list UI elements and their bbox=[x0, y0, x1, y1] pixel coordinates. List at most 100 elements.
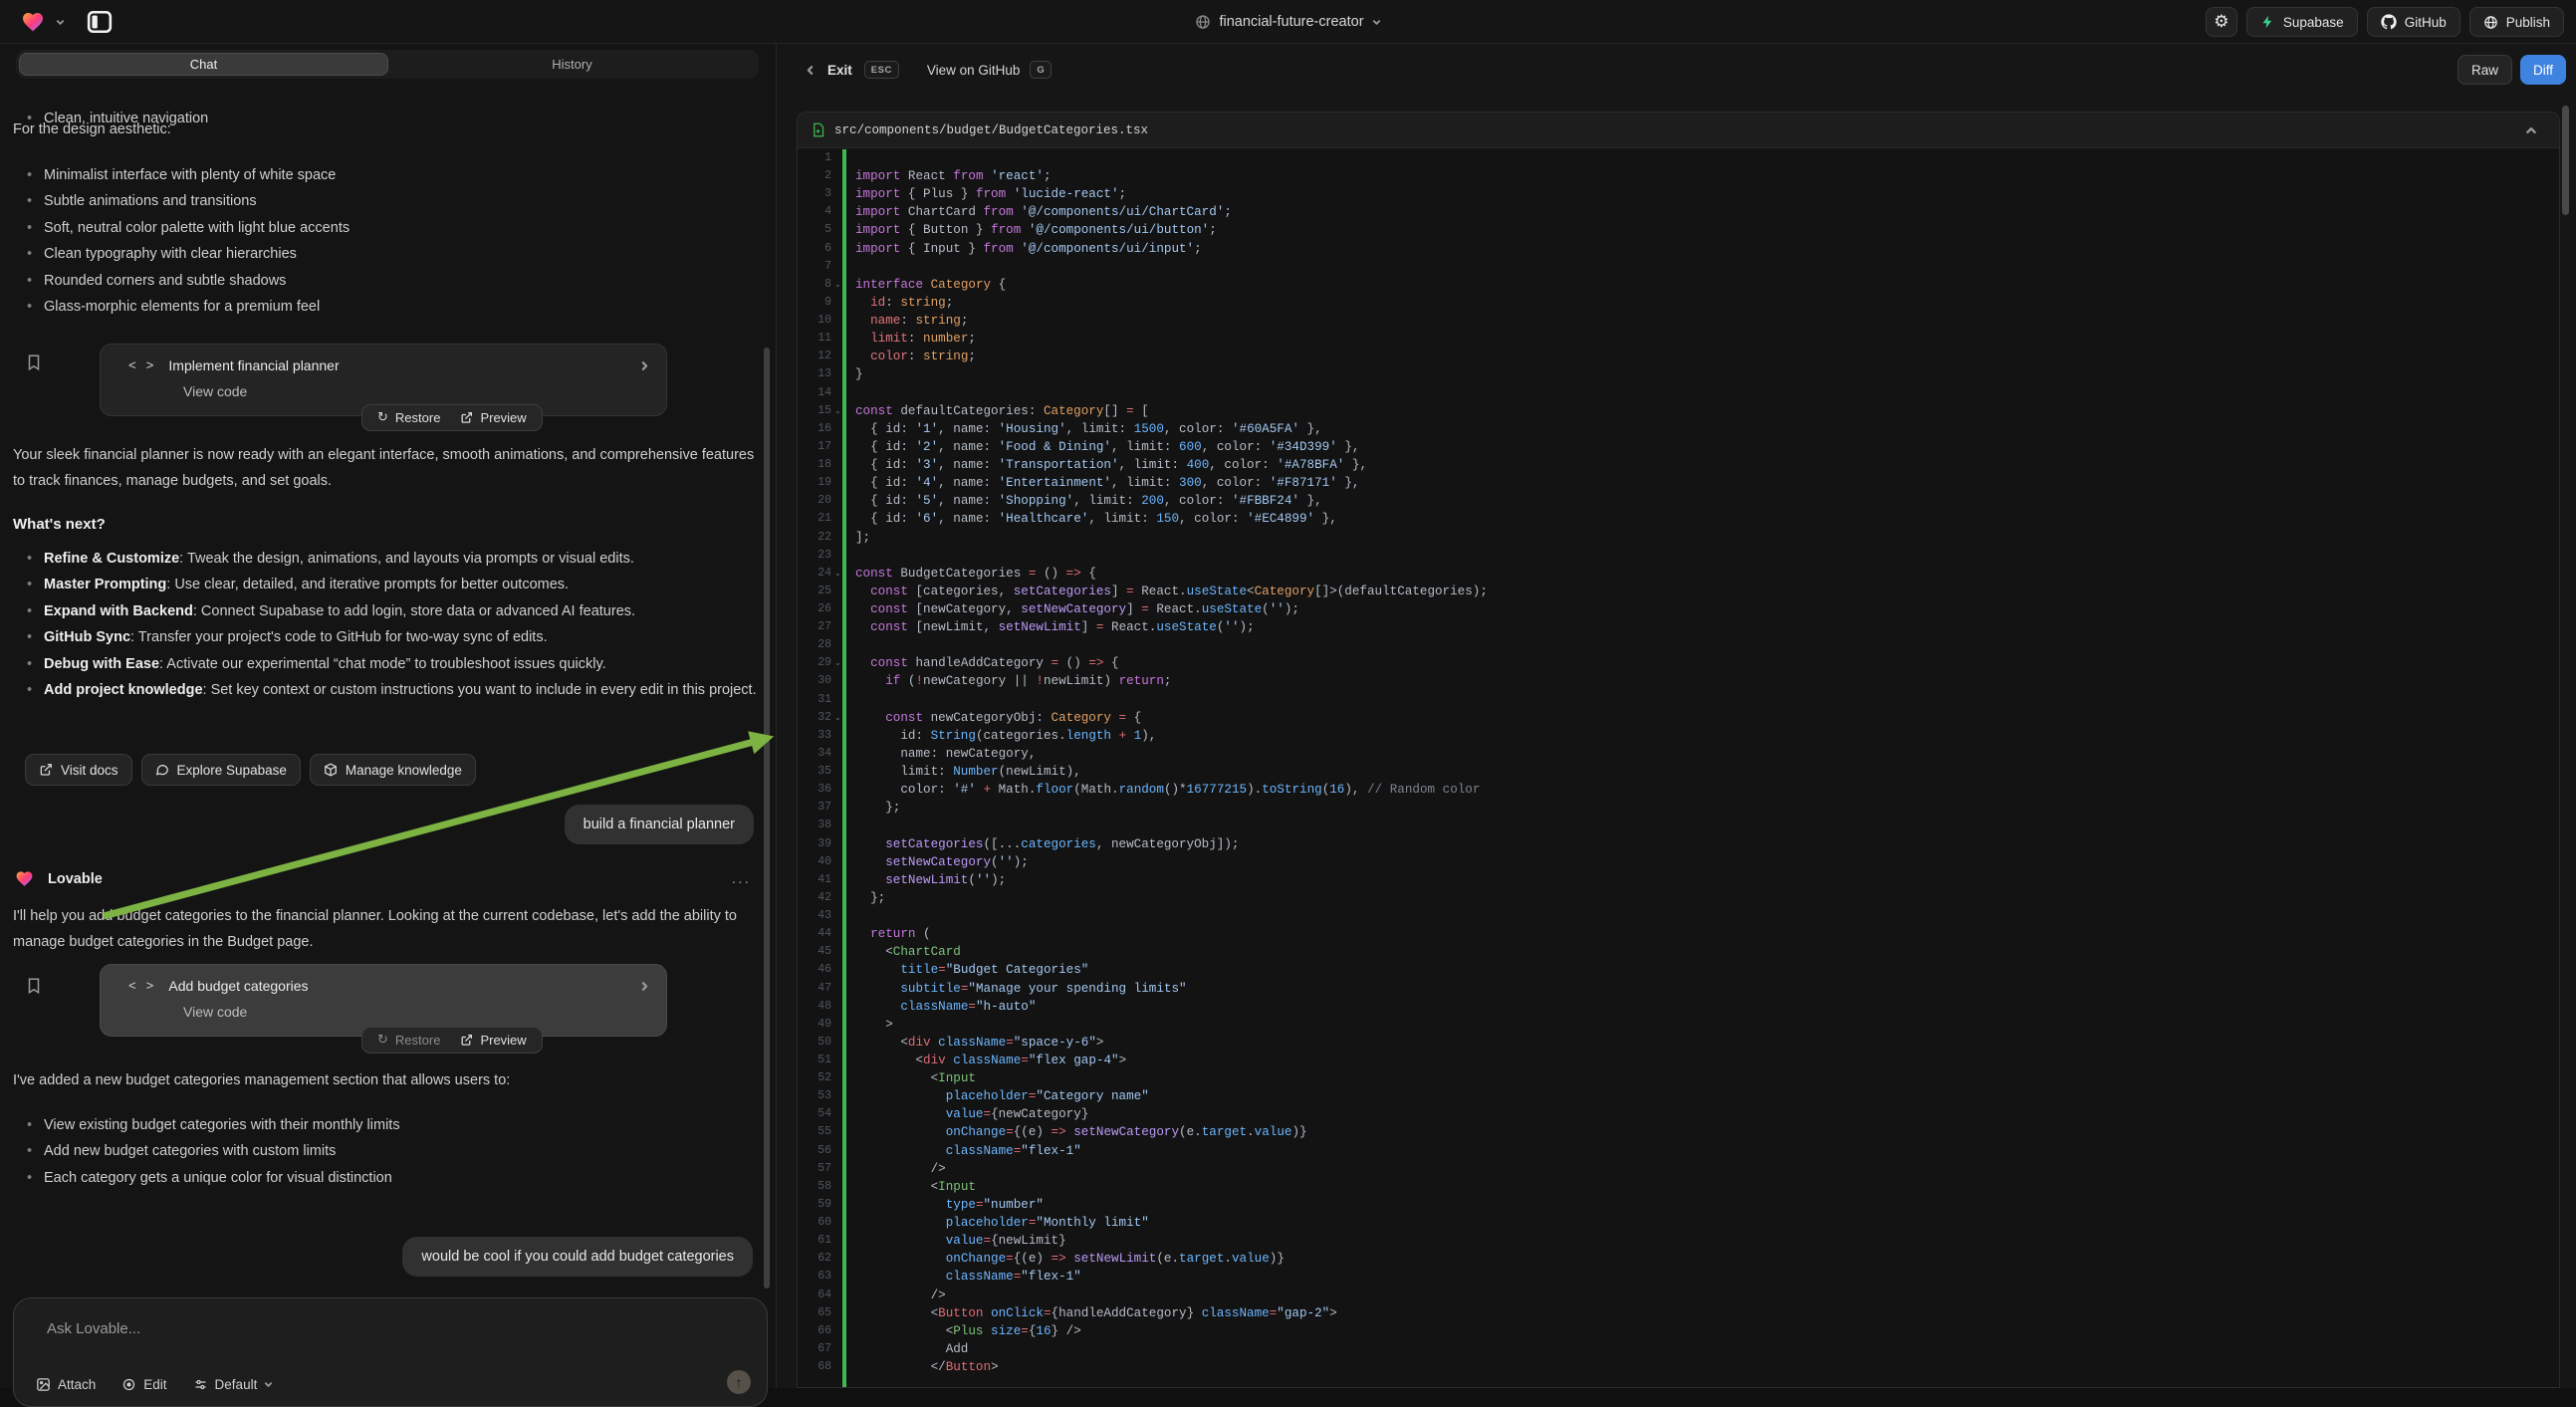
chevron-right-icon[interactable] bbox=[639, 360, 650, 371]
visit-docs-label: Visit docs bbox=[61, 763, 118, 778]
code-line: 49 > bbox=[798, 1016, 2559, 1034]
supabase-button[interactable]: Supabase bbox=[2246, 7, 2358, 37]
code-line: 26 const [newCategory, setNewCategory] =… bbox=[798, 600, 2559, 618]
line-number: 41 bbox=[798, 871, 831, 889]
github-button[interactable]: GitHub bbox=[2367, 7, 2460, 37]
tab-chat[interactable]: Chat bbox=[19, 53, 388, 76]
code-line: 19 { id: '4', name: 'Entertainment', lim… bbox=[798, 474, 2559, 492]
code-line: 54 value={newCategory} bbox=[798, 1105, 2559, 1123]
view-on-github-button[interactable]: View on GitHub bbox=[927, 63, 1021, 78]
code-text: id: string; bbox=[855, 294, 953, 312]
esc-key-badge: ESC bbox=[864, 61, 899, 79]
code-text: limit: number; bbox=[855, 330, 976, 348]
visit-docs-button[interactable]: Visit docs bbox=[25, 754, 132, 786]
chevron-right-icon[interactable] bbox=[639, 981, 650, 992]
line-number: 2 bbox=[798, 167, 831, 185]
code-line: 34 name: newCategory, bbox=[798, 745, 2559, 763]
collapse-chevron-up-icon[interactable] bbox=[2525, 124, 2537, 136]
line-number: 56 bbox=[798, 1142, 831, 1160]
explore-supabase-label: Explore Supabase bbox=[177, 763, 287, 778]
settings-button[interactable]: ⚙ bbox=[2206, 7, 2237, 37]
preview-button[interactable]: Preview bbox=[460, 1033, 526, 1048]
line-number: 57 bbox=[798, 1160, 831, 1178]
bookmark-icon[interactable] bbox=[25, 976, 43, 996]
edit-button[interactable]: Edit bbox=[121, 1377, 166, 1392]
explore-supabase-button[interactable]: Explore Supabase bbox=[141, 754, 301, 786]
project-switcher[interactable]: financial-future-creator bbox=[0, 0, 2576, 44]
attach-button[interactable]: Attach bbox=[36, 1377, 96, 1392]
fold-chevron-icon[interactable]: ⌄ bbox=[834, 654, 841, 672]
line-number: 39 bbox=[798, 835, 831, 853]
line-number: 33 bbox=[798, 727, 831, 745]
mode-selector[interactable]: Default bbox=[193, 1377, 274, 1392]
line-number: 43 bbox=[798, 907, 831, 925]
chat-composer[interactable]: Ask Lovable... Attach Edit Default bbox=[13, 1297, 768, 1407]
external-link-icon bbox=[460, 1034, 473, 1047]
publish-globe-icon bbox=[2483, 15, 2498, 30]
line-number: 52 bbox=[798, 1069, 831, 1087]
supabase-label: Supabase bbox=[2283, 15, 2344, 30]
code-text: <Plus size={16} /> bbox=[855, 1322, 1081, 1340]
restore-button[interactable]: ↻ Restore bbox=[377, 1033, 440, 1048]
tab-history[interactable]: History bbox=[388, 53, 756, 76]
g-key-badge: G bbox=[1030, 61, 1052, 79]
code-line: 39 setCategories([...categories, newCate… bbox=[798, 835, 2559, 853]
send-button[interactable]: ↑ bbox=[727, 1370, 751, 1394]
editor-header: Exit ESC View on GitHub G Raw Diff bbox=[777, 44, 2576, 96]
raw-toggle-button[interactable]: Raw bbox=[2458, 55, 2512, 85]
assistant-message-added: I've added a new budget categories manag… bbox=[13, 1072, 758, 1088]
code-text: </Button> bbox=[855, 1358, 999, 1376]
edit-label: Edit bbox=[143, 1377, 166, 1392]
restore-label: Restore bbox=[395, 410, 441, 425]
fold-chevron-icon[interactable]: ⌄ bbox=[834, 402, 841, 420]
message-menu-icon[interactable]: ... bbox=[732, 870, 751, 888]
code-text: color: string; bbox=[855, 348, 976, 365]
github-icon bbox=[2381, 14, 2397, 30]
code-text: onChange={(e) => setNewLimit(e.target.va… bbox=[855, 1250, 1285, 1268]
github-label: GitHub bbox=[2405, 15, 2447, 30]
publish-label: Publish bbox=[2506, 15, 2550, 30]
composer-placeholder: Ask Lovable... bbox=[47, 1320, 140, 1337]
chat-scrollbar[interactable] bbox=[764, 348, 770, 1289]
code-line: 52 <Input bbox=[798, 1069, 2559, 1087]
manage-knowledge-label: Manage knowledge bbox=[346, 763, 462, 778]
code-line: 22]; bbox=[798, 529, 2559, 547]
diff-toggle-button[interactable]: Diff bbox=[2520, 55, 2566, 85]
line-number: 47 bbox=[798, 980, 831, 998]
file-header[interactable]: src/components/budget/BudgetCategories.t… bbox=[798, 113, 2559, 148]
code-text: <Button onClick={handleAddCategory} clas… bbox=[855, 1304, 1337, 1322]
preview-button[interactable]: Preview bbox=[460, 410, 526, 425]
restore-button[interactable]: ↻ Restore bbox=[377, 410, 440, 425]
publish-button[interactable]: Publish bbox=[2469, 7, 2564, 37]
list-item: Minimalist interface with plenty of whit… bbox=[0, 162, 757, 188]
line-number: 62 bbox=[798, 1250, 831, 1268]
code-text: <div className="space-y-6"> bbox=[855, 1034, 1103, 1052]
added-bullet-list: View existing budget categories with the… bbox=[0, 1112, 757, 1191]
chevron-left-icon[interactable] bbox=[805, 65, 816, 76]
code-text: title="Budget Categories" bbox=[855, 961, 1088, 979]
code-line: 36 color: '#' + Math.floor(Math.random()… bbox=[798, 781, 2559, 799]
code-text: { id: '3', name: 'Transportation', limit… bbox=[855, 456, 1367, 474]
code-line: 64 /> bbox=[798, 1287, 2559, 1304]
code-line: 47 subtitle="Manage your spending limits… bbox=[798, 980, 2559, 998]
manage-knowledge-button[interactable]: Manage knowledge bbox=[310, 754, 476, 786]
line-number: 18 bbox=[798, 456, 831, 474]
fold-chevron-icon[interactable]: ⌄ bbox=[834, 709, 841, 727]
fold-chevron-icon[interactable]: ⌄ bbox=[834, 276, 841, 294]
exit-button[interactable]: Exit bbox=[827, 63, 852, 78]
bookmark-icon[interactable] bbox=[25, 352, 43, 372]
code-line: 59 type="number" bbox=[798, 1196, 2559, 1214]
line-number: 55 bbox=[798, 1123, 831, 1141]
code-line: 32⌄ const newCategoryObj: Category = { bbox=[798, 709, 2559, 727]
code-line: 33 id: String(categories.length + 1), bbox=[798, 727, 2559, 745]
code-line: 20 { id: '5', name: 'Shopping', limit: 2… bbox=[798, 492, 2559, 510]
list-item: View existing budget categories with the… bbox=[0, 1112, 757, 1138]
code-line: 42 }; bbox=[798, 889, 2559, 907]
editor-scrollbar[interactable] bbox=[2562, 106, 2569, 215]
fold-chevron-icon[interactable]: ⌄ bbox=[834, 565, 841, 583]
code-editor[interactable]: 12import React from 'react';3import { Pl… bbox=[798, 149, 2559, 1388]
line-number: 58 bbox=[798, 1178, 831, 1196]
project-name: financial-future-creator bbox=[1219, 14, 1363, 30]
line-number: 12 bbox=[798, 348, 831, 365]
chat-bubble-icon bbox=[155, 763, 169, 777]
